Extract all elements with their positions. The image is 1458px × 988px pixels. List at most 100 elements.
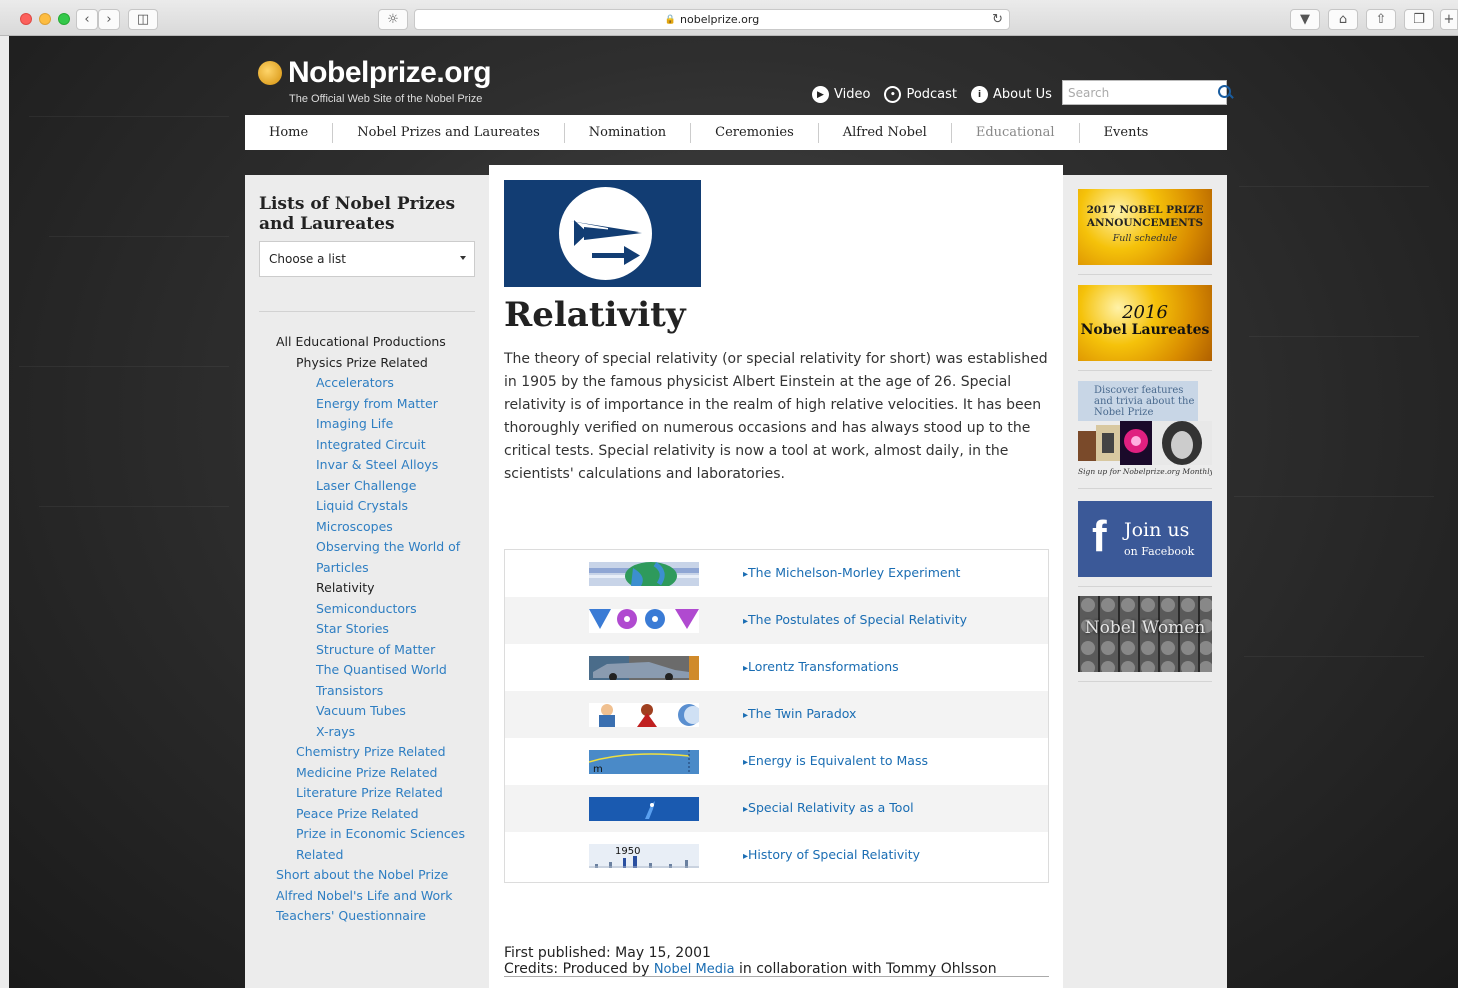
video-link[interactable]: ▶ Video <box>812 86 870 103</box>
topic-row[interactable]: The Michelson-Morley Experiment <box>505 550 1048 597</box>
svg-text:m: m <box>593 764 603 774</box>
nav-prizes-laureates[interactable]: Nobel Prizes and Laureates <box>333 122 565 143</box>
topic-link[interactable]: The Twin Paradox <box>743 706 856 721</box>
tabs-icon[interactable]: ❐ <box>1404 9 1434 30</box>
sidebar-tree-item[interactable]: Laser Challenge <box>276 476 486 497</box>
credits-suffix: in collaboration with Tommy Ohlsson <box>734 961 997 977</box>
topic-link[interactable]: Special Relativity as a Tool <box>743 800 914 815</box>
topic-row[interactable]: 1950 History of Special Relativity <box>505 832 1048 879</box>
nav-educational[interactable]: Educational <box>952 122 1080 143</box>
sidebar-tree-item[interactable]: Teachers' Questionnaire <box>276 906 486 927</box>
sidebar-tree-item[interactable]: Accelerators <box>276 373 486 394</box>
sidebar-tree-item[interactable]: Alfred Nobel's Life and Work <box>276 886 486 907</box>
sidebar-tree-item[interactable]: Energy from Matter <box>276 394 486 415</box>
home-icon[interactable]: ⌂ <box>1328 9 1358 30</box>
sidebar-divider <box>259 311 475 312</box>
sidebar-tree-item[interactable]: Star Stories <box>276 619 486 640</box>
earth-icon <box>589 562 699 586</box>
list-select-value: Choose a list <box>269 252 346 266</box>
nav-events[interactable]: Events <box>1080 123 1173 143</box>
sidebar-tree-item[interactable]: X-rays <box>276 722 486 743</box>
address-bar[interactable]: 🔒 nobelprize.org ↻ <box>414 9 1010 30</box>
logo-title: Nobelprize.org <box>288 56 492 89</box>
about-link[interactable]: i About Us <box>971 86 1052 103</box>
banner-line-3: Full schedule <box>1112 233 1178 244</box>
sidebar-tree-item[interactable]: Microscopes <box>276 517 486 538</box>
rocket-arrow-icon <box>570 220 642 265</box>
newsletter-text: Discover features and trivia about the N… <box>1078 381 1198 421</box>
laureates-2016-banner[interactable]: 2016 Nobel Laureates <box>1078 285 1212 361</box>
topic-link[interactable]: The Michelson-Morley Experiment <box>743 565 960 580</box>
topic-link[interactable]: History of Special Relativity <box>743 847 920 862</box>
topic-row[interactable]: Special Relativity as a Tool <box>505 785 1048 832</box>
sidebar-tree-item[interactable]: Peace Prize Related <box>276 804 486 825</box>
downloads-icon[interactable]: ▼ <box>1290 9 1320 30</box>
sidebar-tree-item[interactable]: Short about the Nobel Prize <box>276 865 486 886</box>
forward-icon[interactable]: › <box>98 9 120 30</box>
nav-nomination[interactable]: Nomination <box>565 122 692 143</box>
topic-link[interactable]: The Postulates of Special Relativity <box>743 612 967 627</box>
relativity-hero-image <box>504 180 701 287</box>
sidebar-tree-item: Physics Prize Related <box>296 354 428 370</box>
sidebar-tree-item[interactable]: Literature Prize Related <box>276 783 486 804</box>
reload-icon[interactable]: ↻ <box>992 12 1003 27</box>
sidebar-tree-item[interactable]: Invar & Steel Alloys <box>276 455 486 476</box>
zoom-window-button[interactable] <box>58 13 70 25</box>
sidebar-tree-item[interactable]: Prize in Economic Sciences <box>276 824 486 845</box>
share-icon[interactable]: ⇧ <box>1366 9 1396 30</box>
sidebar-tree-item[interactable]: Structure of Matter <box>276 640 486 661</box>
nobel-women-banner[interactable]: Nobel Women <box>1078 596 1212 672</box>
sidebar-tree-item[interactable]: Related <box>276 845 486 866</box>
topic-row[interactable]: The Postulates of Special Relativity <box>505 597 1048 644</box>
intro-paragraph: The theory of special relativity (or spe… <box>504 351 1048 482</box>
sidebar-tree-item[interactable]: Medicine Prize Related <box>276 763 486 784</box>
car-icon <box>589 656 699 680</box>
close-window-button[interactable] <box>20 13 32 25</box>
educational-tree: All Educational Productions Physics Prize… <box>276 332 486 927</box>
topic-link[interactable]: Energy is Equivalent to Mass <box>743 753 928 768</box>
sidebar-tree-item[interactable]: The Quantised World <box>276 660 486 681</box>
facebook-banner[interactable]: f Join us on Facebook <box>1078 501 1212 577</box>
podcast-link-label: Podcast <box>906 87 958 102</box>
back-icon[interactable]: ‹ <box>76 9 98 30</box>
nobel-media-link[interactable]: Nobel Media <box>654 962 735 977</box>
sidebar-tree-item[interactable]: Vacuum Tubes <box>276 701 486 722</box>
sidebar-tree-item[interactable]: Chemistry Prize Related <box>276 742 486 763</box>
sidebar-tree-item[interactable]: Observing the World of <box>276 537 486 558</box>
announcements-banner[interactable]: 2017 NOBEL PRIZE ANNOUNCEMENTS Full sche… <box>1078 189 1212 265</box>
list-select[interactable]: Choose a list <box>259 241 475 277</box>
newsletter-banner[interactable]: Discover features and trivia about the N… <box>1078 381 1212 481</box>
brightness-icon[interactable]: ☼ <box>378 9 408 30</box>
topic-row[interactable]: m Energy is Equivalent to Mass <box>505 738 1048 785</box>
topic-row[interactable]: Lorentz Transformations <box>505 644 1048 691</box>
topic-link[interactable]: Lorentz Transformations <box>743 659 899 674</box>
banner-line-1: 2017 NOBEL PRIZE <box>1086 204 1204 216</box>
nav-ceremonies[interactable]: Ceremonies <box>691 122 819 143</box>
sidebar-tree-item[interactable]: Imaging Life <box>276 414 486 435</box>
facebook-sub-text: on Facebook <box>1124 545 1195 558</box>
play-icon: ▶ <box>812 86 829 103</box>
main-nav: Home Nobel Prizes and Laureates Nominati… <box>245 115 1227 150</box>
minimize-window-button[interactable] <box>39 13 51 25</box>
main-content: Relativity The theory of special relativ… <box>489 165 1063 988</box>
about-link-label: About Us <box>993 87 1052 102</box>
header-links: ▶ Video • Podcast i About Us <box>812 86 1052 103</box>
sidebar-tree-item[interactable]: Semiconductors <box>276 599 486 620</box>
sidebar-toggle-icon[interactable]: ◫ <box>128 9 158 30</box>
sidebar-tree-item: All Educational Productions <box>276 334 446 349</box>
footer-divider <box>504 976 1049 977</box>
lock-icon: 🔒 <box>664 14 677 25</box>
podcast-link[interactable]: • Podcast <box>884 86 957 103</box>
sidebar-tree-item[interactable]: Liquid Crystals <box>276 496 486 517</box>
sidebar-tree-item[interactable]: Integrated Circuit <box>276 435 486 456</box>
sidebar-tree-item[interactable]: Transistors <box>276 681 486 702</box>
first-published: First published: May 15, 2001 <box>504 945 711 961</box>
banner-line-2: ANNOUNCEMENTS <box>1086 217 1204 229</box>
new-tab-icon[interactable]: + <box>1440 9 1458 30</box>
sidebar-tree-item[interactable]: Particles <box>276 558 486 579</box>
nav-alfred-nobel[interactable]: Alfred Nobel <box>819 122 952 143</box>
search-input[interactable] <box>1063 81 1198 104</box>
nav-home[interactable]: Home <box>245 122 334 143</box>
video-link-label: Video <box>834 87 871 102</box>
topic-row[interactable]: The Twin Paradox <box>505 691 1048 738</box>
